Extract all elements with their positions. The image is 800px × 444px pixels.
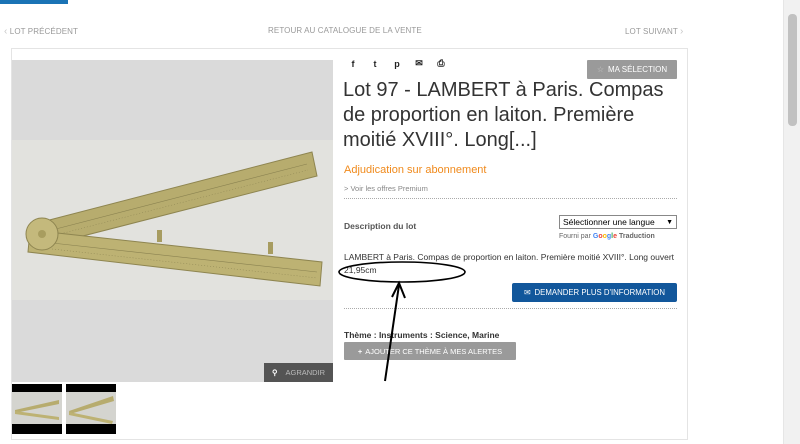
- lot-navigation: ‹ LOT PRÉCÉDENT RETOUR AU CATALOGUE DE L…: [0, 26, 783, 40]
- pinterest-icon[interactable]: p: [392, 59, 402, 69]
- magnifier-icon: ⚲: [272, 368, 278, 377]
- chevron-left-icon: ‹: [4, 26, 8, 37]
- share-bar: f t p ✉ ⎙: [348, 58, 446, 69]
- request-info-label: DEMANDER PLUS D'INFORMATION: [534, 288, 665, 297]
- mail-icon[interactable]: ✉: [414, 58, 424, 69]
- premium-offers-link[interactable]: > Voir les offres Premium: [344, 184, 428, 193]
- google-translate-credit: Fourni par Google Traduction: [559, 233, 655, 240]
- language-select-value: Sélectionner une langue: [563, 217, 655, 227]
- thumbnail-photo: [66, 392, 116, 424]
- ma-selection-label: MA SÉLECTION: [608, 65, 668, 74]
- plus-icon: +: [357, 346, 363, 356]
- compass-photo: [12, 60, 333, 382]
- google-logo: Google: [592, 233, 618, 240]
- divider: [344, 198, 677, 199]
- enlarge-button[interactable]: ⚲ AGRANDIR: [264, 363, 333, 382]
- divider: [344, 308, 677, 309]
- chevron-right-icon: ›: [680, 26, 684, 37]
- back-to-catalogue-link[interactable]: RETOUR AU CATALOGUE DE LA VENTE: [268, 26, 422, 35]
- thumbnail-1[interactable]: [12, 384, 62, 434]
- description-text: LAMBERT à Paris. Compas de proportion en…: [344, 252, 675, 275]
- previous-lot-label: LOT PRÉCÉDENT: [9, 27, 79, 36]
- print-icon[interactable]: ⎙: [436, 58, 446, 69]
- thumbnail-photo: [12, 392, 62, 424]
- envelope-icon: ✉: [524, 288, 531, 297]
- facebook-icon[interactable]: f: [348, 59, 358, 69]
- lot-main-image[interactable]: ⚲ AGRANDIR: [12, 60, 333, 382]
- dropdown-arrow-icon: ▼: [666, 218, 673, 226]
- traduction-label: Traduction: [618, 233, 655, 240]
- request-info-button[interactable]: ✉ DEMANDER PLUS D'INFORMATION: [512, 283, 677, 302]
- theme-label: Thème : Instruments : Science, Marine: [344, 330, 500, 340]
- language-select[interactable]: Sélectionner une langue ▼: [559, 215, 677, 229]
- ma-selection-button[interactable]: ☆ MA SÉLECTION: [587, 60, 677, 79]
- twitter-icon[interactable]: t: [370, 59, 380, 69]
- next-lot-label: LOT SUIVANT: [625, 27, 678, 36]
- add-theme-alert-button[interactable]: + AJOUTER CE THÈME À MES ALERTES: [344, 342, 516, 360]
- top-accent-bar: [0, 0, 68, 4]
- powered-by-label: Fourni par: [559, 233, 591, 240]
- previous-lot-link[interactable]: ‹ LOT PRÉCÉDENT: [4, 26, 78, 37]
- star-icon: ☆: [596, 65, 605, 74]
- enlarge-label: AGRANDIR: [285, 368, 326, 377]
- adjudication-link[interactable]: Adjudication sur abonnement: [344, 164, 486, 176]
- scrollbar-thumb[interactable]: [788, 14, 797, 126]
- next-lot-link[interactable]: LOT SUIVANT ›: [625, 26, 683, 37]
- description-label: Description du lot: [344, 221, 417, 231]
- add-theme-alert-label: AJOUTER CE THÈME À MES ALERTES: [365, 346, 503, 356]
- lot-title: Lot 97 - LAMBERT à Paris. Compas de prop…: [343, 79, 664, 151]
- thumbnail-2[interactable]: [66, 384, 116, 434]
- vertical-scrollbar[interactable]: [783, 0, 800, 444]
